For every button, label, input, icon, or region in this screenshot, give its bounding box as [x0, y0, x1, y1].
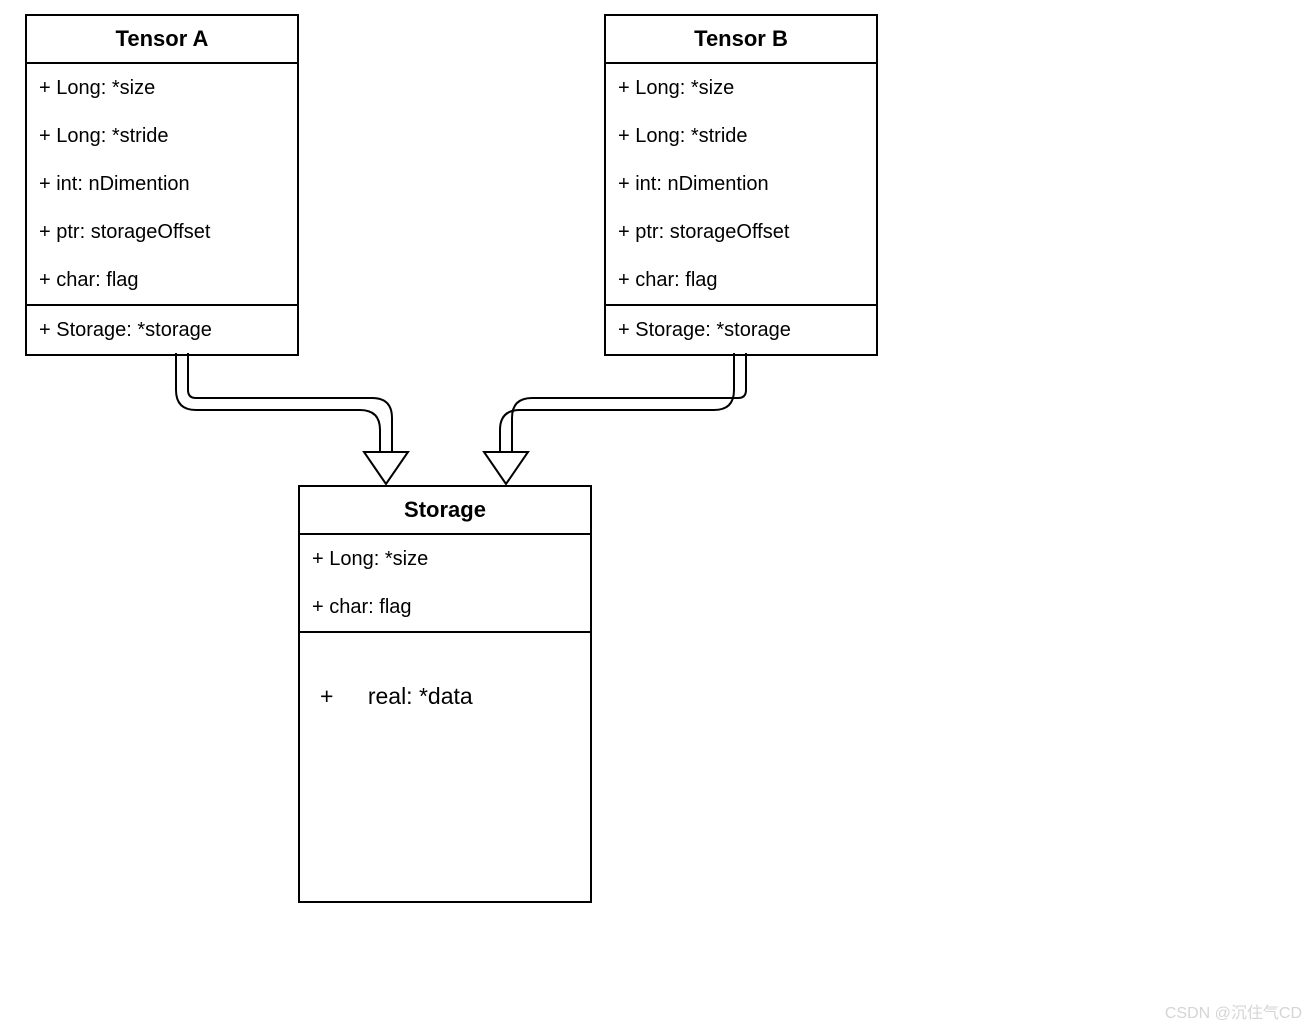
- class-title: Tensor A: [27, 16, 297, 64]
- attr-row: + int: nDimention: [27, 160, 297, 208]
- ref-row: + Storage: *storage: [606, 306, 876, 354]
- attr-row: + Long: *size: [606, 64, 876, 112]
- attr-row: + Long: *size: [27, 64, 297, 112]
- refs-section: + Storage: *storage: [606, 306, 876, 354]
- attr-row: + char: flag: [300, 583, 590, 631]
- arrow-tensor-a-to-storage: [176, 353, 408, 484]
- class-box-tensor-b: Tensor B + Long: *size + Long: *stride +…: [604, 14, 878, 356]
- attr-row: + char: flag: [27, 256, 297, 304]
- data-section: + real: *data: [300, 633, 590, 909]
- attr-row: + Long: *stride: [606, 112, 876, 160]
- class-title: Storage: [300, 487, 590, 535]
- plus-symbol: +: [320, 683, 333, 709]
- attr-row: + Long: *size: [300, 535, 590, 583]
- attrs-section: + Long: *size + Long: *stride + int: nDi…: [27, 64, 297, 306]
- attr-row: + ptr: storageOffset: [27, 208, 297, 256]
- data-label: real: *data: [368, 683, 473, 709]
- attr-row: + char: flag: [606, 256, 876, 304]
- refs-section: + Storage: *storage: [27, 306, 297, 354]
- class-box-tensor-a: Tensor A + Long: *size + Long: *stride +…: [25, 14, 299, 356]
- attr-row: + int: nDimention: [606, 160, 876, 208]
- ref-row: + Storage: *storage: [27, 306, 297, 354]
- class-box-storage: Storage + Long: *size + char: flag + rea…: [298, 485, 592, 903]
- attr-row: + ptr: storageOffset: [606, 208, 876, 256]
- arrow-tensor-b-to-storage: [484, 353, 746, 484]
- attrs-section: + Long: *size + Long: *stride + int: nDi…: [606, 64, 876, 306]
- class-title: Tensor B: [606, 16, 876, 64]
- watermark: CSDN @沉住气CD: [1165, 999, 1302, 1023]
- data-row: + real: *data: [300, 633, 590, 730]
- attrs-section: + Long: *size + char: flag: [300, 535, 590, 633]
- attr-row: + Long: *stride: [27, 112, 297, 160]
